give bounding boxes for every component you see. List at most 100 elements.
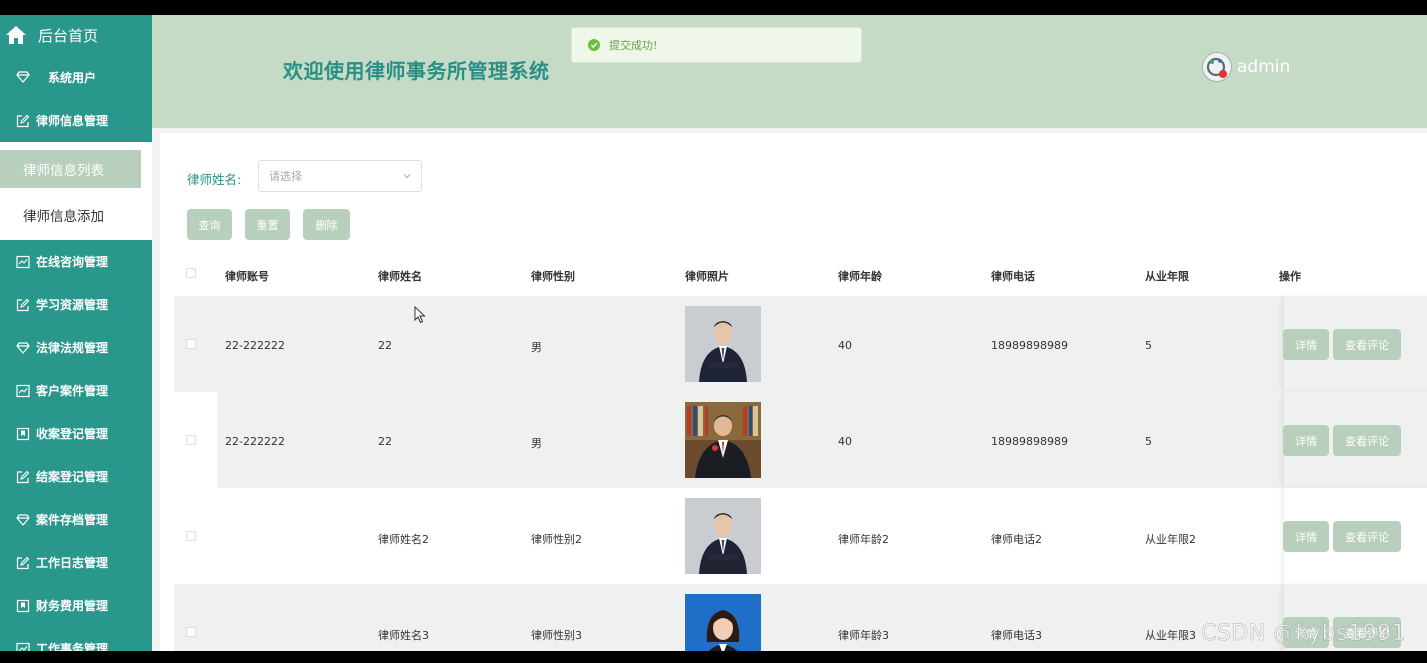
detail-button[interactable]: 详情 <box>1283 425 1329 456</box>
sidebar-item-finance[interactable]: 财务费用管理 <box>0 584 152 627</box>
search-label: 律师姓名: <box>187 172 242 187</box>
sidebar-item-work-affairs[interactable]: 工作事务管理 <box>0 627 152 651</box>
lawyer-photo[interactable] <box>685 594 761 651</box>
sidebar-item-label: 结案登记管理 <box>36 470 109 484</box>
sidebar-subitem-label: 律师信息添加 <box>23 209 104 225</box>
sidebar-item-label: 工作日志管理 <box>36 556 109 570</box>
lawyer-photo[interactable] <box>685 402 761 478</box>
cell-gender: 男 <box>531 341 542 354</box>
sidebar-item-case-intake[interactable]: 收案登记管理 <box>0 412 152 455</box>
edit-icon <box>16 470 30 483</box>
cell-name: 律师姓名3 <box>378 629 429 642</box>
table-row[interactable]: 22-222222 22 男 40 18989898989 5 详情 查看评论 <box>174 392 1427 488</box>
sidebar-item-client-cases[interactable]: 客户案件管理 <box>0 369 152 412</box>
view-comments-button[interactable]: 查看评论 <box>1333 521 1401 552</box>
top-header: 欢迎使用律师事务所管理系统 提交成功! admin <box>152 15 1427 128</box>
toast-message: 提交成功! <box>609 39 658 52</box>
app-frame: 后台首页 系统用户 律师信息管理 律师信息列表 律师信息添加 在线咨询管理 学习… <box>0 15 1427 651</box>
chart-icon <box>16 384 30 397</box>
main-content: 律师姓名: 请选择 查询 重置 删除 律师账号 律师姓名 律师性别 律师照片 律… <box>160 133 1427 651</box>
table-header: 律师账号 律师姓名 律师性别 律师照片 律师年龄 律师电话 从业年限 操作 <box>174 251 1427 296</box>
table-row[interactable]: 律师姓名2 律师性别2 律师年龄2 律师电话2 从业年限2 详情 查看评论 <box>174 488 1427 584</box>
view-comments-button[interactable]: 查看评论 <box>1333 425 1401 456</box>
sidebar-item-label: 律师信息管理 <box>36 114 109 128</box>
cell-years: 5 <box>1145 339 1152 352</box>
cell-name: 22 <box>378 339 392 352</box>
cell-phone: 律师电话3 <box>991 629 1042 642</box>
watermark: CSDN @kybs1991 <box>1201 621 1407 647</box>
cell-years: 从业年限2 <box>1145 533 1196 546</box>
delete-button[interactable]: 删除 <box>303 209 350 240</box>
table-row[interactable]: 22-222222 22 男 40 18989898989 5 详情 查看评论 <box>174 296 1427 392</box>
edit-icon <box>16 114 30 127</box>
sidebar-item-work-log[interactable]: 工作日志管理 <box>0 541 152 584</box>
bookmark-icon <box>16 599 30 612</box>
sidebar-item-label: 学习资源管理 <box>36 298 109 312</box>
column-header[interactable]: 律师账号 <box>225 268 269 284</box>
column-header: 操作 <box>1279 270 1301 283</box>
reset-button[interactable]: 重置 <box>245 209 290 240</box>
cell-gender: 律师性别3 <box>531 629 582 642</box>
sidebar-item-learning-resources[interactable]: 学习资源管理 <box>0 283 152 326</box>
cell-name: 22 <box>378 435 392 448</box>
diamond-icon <box>16 513 30 526</box>
sidebar: 后台首页 系统用户 律师信息管理 律师信息列表 律师信息添加 在线咨询管理 学习… <box>0 15 152 651</box>
view-comments-button[interactable]: 查看评论 <box>1333 329 1401 360</box>
actions-cell: 详情 查看评论 <box>1283 488 1427 584</box>
sidebar-subitem-label: 律师信息列表 <box>23 163 104 179</box>
row-checkbox[interactable] <box>186 627 196 637</box>
sidebar-subitem-lawyer-add[interactable]: 律师信息添加 <box>0 196 141 234</box>
sidebar-item-label: 案件存档管理 <box>36 513 109 527</box>
sidebar-item-case-archive[interactable]: 案件存档管理 <box>0 498 152 541</box>
cell-phone: 18989898989 <box>991 339 1068 352</box>
chart-icon <box>16 255 30 268</box>
actions-cell: 详情 查看评论 <box>1283 392 1427 488</box>
sidebar-item-system-users[interactable]: 系统用户 <box>0 55 152 99</box>
cell-gender: 律师性别2 <box>531 533 582 546</box>
cell-account: 22-222222 <box>225 339 285 352</box>
sidebar-subitem-lawyer-list[interactable]: 律师信息列表 <box>0 150 141 188</box>
query-button[interactable]: 查询 <box>187 209 232 240</box>
sidebar-item-online-consult[interactable]: 在线咨询管理 <box>0 240 152 283</box>
select-all-checkbox[interactable] <box>186 268 196 278</box>
sidebar-item-lawyer-info[interactable]: 律师信息管理 <box>0 99 152 142</box>
select-placeholder: 请选择 <box>269 170 302 183</box>
sidebar-home-label: 后台首页 <box>38 26 99 45</box>
column-header[interactable]: 律师年龄 <box>838 268 882 284</box>
column-header[interactable]: 律师电话 <box>991 268 1035 284</box>
avatar[interactable] <box>1202 52 1232 82</box>
cell-phone: 律师电话2 <box>991 533 1042 546</box>
sidebar-item-label: 工作事务管理 <box>36 642 109 651</box>
sidebar-item-case-closing[interactable]: 结案登记管理 <box>0 455 152 498</box>
cell-age: 40 <box>838 339 852 352</box>
row-checkbox[interactable] <box>186 435 196 445</box>
column-header[interactable]: 律师性别 <box>531 268 575 284</box>
column-header[interactable]: 律师姓名 <box>378 268 422 284</box>
sidebar-item-laws[interactable]: 法律法规管理 <box>0 326 152 369</box>
lawyer-name-select[interactable]: 请选择 <box>258 160 422 192</box>
chart-icon <box>16 642 30 651</box>
sidebar-item-label: 系统用户 <box>48 70 97 85</box>
detail-button[interactable]: 详情 <box>1283 329 1329 360</box>
page-title: 欢迎使用律师事务所管理系统 <box>283 59 550 83</box>
cell-account: 22-222222 <box>225 435 285 448</box>
sidebar-item-label: 客户案件管理 <box>36 384 109 398</box>
check-circle-icon <box>588 39 600 51</box>
mouse-cursor-icon <box>414 306 426 324</box>
sidebar-submenu: 律师信息列表 律师信息添加 <box>0 142 152 240</box>
diamond-icon <box>16 71 30 83</box>
cell-age: 40 <box>838 435 852 448</box>
lawyer-photo[interactable] <box>685 306 761 382</box>
column-header[interactable]: 律师照片 <box>685 268 729 284</box>
row-checkbox[interactable] <box>186 339 196 349</box>
username[interactable]: admin <box>1237 57 1290 77</box>
lawyer-photo[interactable] <box>685 498 761 574</box>
sidebar-home[interactable]: 后台首页 <box>0 15 152 55</box>
sidebar-item-label: 收案登记管理 <box>36 427 109 441</box>
detail-button[interactable]: 详情 <box>1283 521 1329 552</box>
chevron-down-icon <box>403 174 411 179</box>
cell-years: 5 <box>1145 435 1152 448</box>
column-header[interactable]: 从业年限 <box>1145 268 1189 284</box>
row-checkbox[interactable] <box>186 531 196 541</box>
bookmark-icon <box>16 427 30 440</box>
